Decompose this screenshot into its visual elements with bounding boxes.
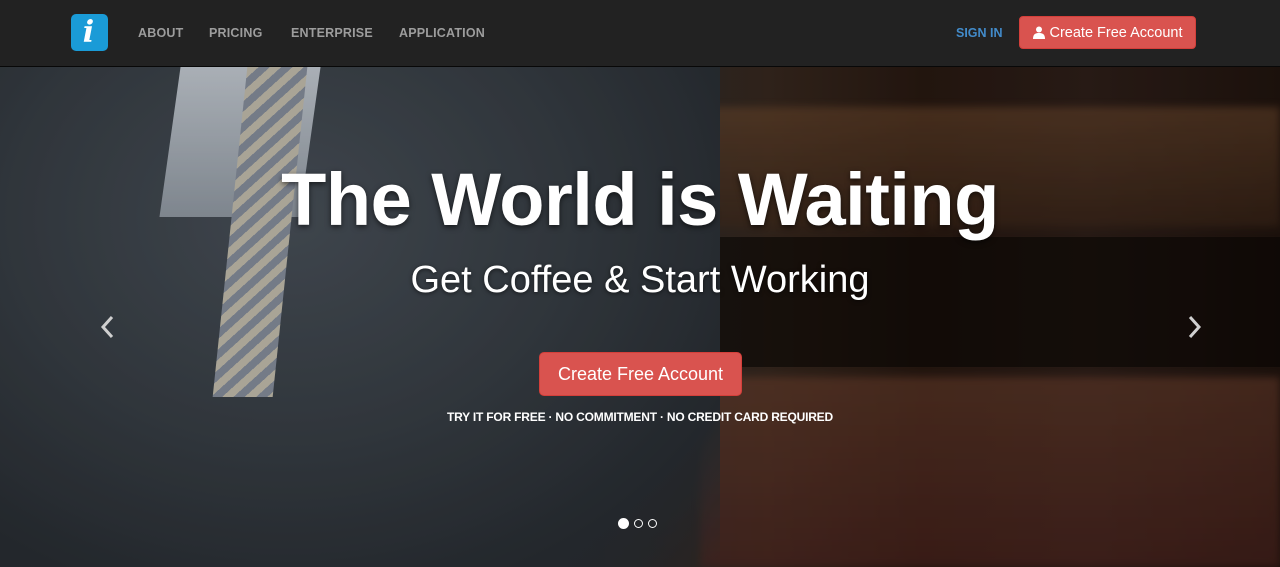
user-icon [1032,26,1045,39]
nav-application[interactable]: APPLICATION [399,26,485,40]
chevron-left-icon[interactable] [98,313,116,341]
carousel-indicators [618,518,657,529]
nav-about[interactable]: ABOUT [138,26,183,40]
nav-enterprise[interactable]: ENTERPRISE [291,26,373,40]
hero-create-account-button[interactable]: Create Free Account [539,352,742,396]
nav-pricing[interactable]: PRICING [209,26,263,40]
create-account-button[interactable]: Create Free Account [1019,16,1196,49]
top-navbar: i ABOUT PRICING ENTERPRISE APPLICATION S… [0,0,1280,67]
carousel-dot-1[interactable] [618,518,629,529]
logo-info-icon[interactable]: i [71,14,108,51]
carousel-dot-3[interactable] [648,519,657,528]
hero-tagline: TRY IT FOR FREE · NO COMMITMENT · NO CRE… [447,410,833,424]
chevron-right-icon[interactable] [1186,313,1204,341]
create-account-label: Create Free Account [1049,24,1183,41]
hero-carousel: The World is Waiting Get Coffee & Start … [0,67,1280,567]
hero-overlay [0,67,1280,567]
hero-subtitle: Get Coffee & Start Working [410,259,870,301]
sign-in-link[interactable]: SIGN IN [956,26,1003,40]
carousel-dot-2[interactable] [634,519,643,528]
hero-title: The World is Waiting [281,158,999,241]
